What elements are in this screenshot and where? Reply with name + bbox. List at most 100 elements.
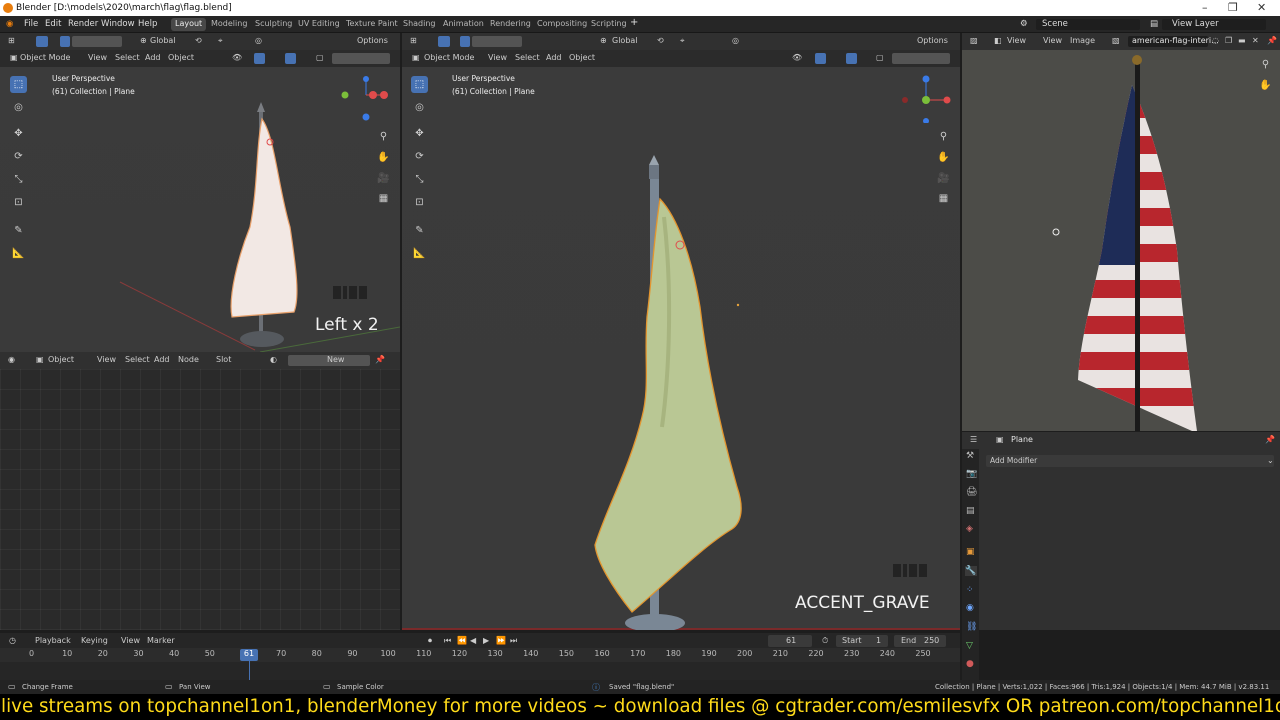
mode-dropdown[interactable]: Object Mode: [20, 53, 70, 62]
data-tab-icon[interactable]: ▽: [966, 641, 973, 651]
xray-icon[interactable]: ▢: [316, 53, 324, 62]
menu-help[interactable]: Help: [138, 19, 157, 29]
pivot-icon[interactable]: ⟲: [195, 36, 202, 45]
shading-buttons[interactable]: [332, 53, 390, 64]
main-menu-add[interactable]: Add: [546, 53, 562, 62]
timeline[interactable]: ◷ Playback Keying View Marker ⏺ ⏮ ⏪ ◀ ▶ …: [0, 633, 960, 680]
duplicate-icon[interactable]: ❐: [1225, 36, 1232, 45]
orientation-dropdown[interactable]: Global: [150, 36, 176, 45]
image-pan-icon[interactable]: ✋: [1257, 77, 1274, 94]
main-orientation-dropdown[interactable]: Global: [612, 36, 638, 45]
tab-modeling[interactable]: Modeling: [207, 18, 251, 31]
tab-scripting[interactable]: Scripting: [587, 18, 631, 31]
shader-editor-type-icon[interactable]: ◉: [8, 355, 15, 364]
pin-icon[interactable]: 📌: [375, 355, 385, 364]
annotate-tool[interactable]: ✎: [10, 222, 27, 239]
main-xray-icon[interactable]: ▢: [876, 53, 884, 62]
view-mode-icon[interactable]: ◧: [994, 36, 1002, 45]
tab-rendering[interactable]: Rendering: [486, 18, 535, 31]
next-keyframe-icon[interactable]: ⏩: [496, 636, 506, 645]
measure-tool[interactable]: 📐: [10, 245, 27, 262]
scene-tab-icon[interactable]: ◈: [966, 524, 973, 534]
timeline-editor-type-icon[interactable]: ◷: [9, 636, 16, 645]
pan-icon[interactable]: ✋: [375, 149, 392, 166]
options-dropdown[interactable]: Options: [357, 36, 388, 45]
main-proportional-icon[interactable]: ◎: [732, 36, 739, 45]
jump-start-icon[interactable]: ⏮: [444, 636, 451, 646]
left-viewport[interactable]: ⬚ ◎ ✥ ⟳ ⤡ ⊡ ✎ 📐 User Perspective (61) Co…: [0, 67, 400, 352]
constraints-tab-icon[interactable]: ⛓: [966, 622, 977, 632]
navigation-gizmo[interactable]: [340, 73, 390, 123]
main-annotate-tool[interactable]: ✎: [411, 222, 428, 239]
reference-image-area[interactable]: ⚲ ✋: [962, 50, 1280, 431]
main-rotate-tool[interactable]: ⟳: [411, 148, 428, 165]
overlay-toggle[interactable]: [285, 53, 296, 64]
shader-menu-add[interactable]: Add: [154, 355, 170, 364]
output-tab-icon[interactable]: 🖨: [966, 487, 977, 497]
main-visibility-icon[interactable]: 👁: [792, 53, 802, 62]
shader-menu-view[interactable]: View: [97, 355, 116, 364]
main-measure-tool[interactable]: 📐: [411, 245, 428, 262]
select-mode-new-button[interactable]: [60, 36, 70, 47]
main-cursor-tool[interactable]: ◎: [411, 99, 428, 116]
render-tab-icon[interactable]: 📷: [966, 469, 977, 479]
object-tab-icon[interactable]: ▣: [966, 547, 975, 557]
select-box-tool[interactable]: ⬚: [10, 76, 27, 93]
play-reverse-icon[interactable]: ◀: [470, 636, 476, 645]
record-icon[interactable]: ⏺: [428, 636, 432, 646]
menu-file[interactable]: File: [24, 19, 38, 29]
tab-layout[interactable]: Layout: [171, 18, 207, 31]
transform-tool[interactable]: ⊡: [10, 194, 27, 211]
close-icon[interactable]: ✕: [1257, 1, 1266, 14]
editor-type-icon[interactable]: ⊞: [8, 36, 15, 45]
left-menu-add[interactable]: Add: [145, 53, 161, 62]
main-pan-icon[interactable]: ✋: [935, 149, 952, 166]
tab-uv-editing[interactable]: UV Editing: [294, 18, 344, 31]
main-shading-buttons[interactable]: [892, 53, 950, 64]
zoom-icon[interactable]: ⚲: [375, 128, 392, 145]
image-menu-view-1[interactable]: View: [1007, 36, 1026, 45]
blender-menu-icon[interactable]: ◉: [6, 19, 13, 29]
tab-sculpting[interactable]: Sculpting: [251, 18, 296, 31]
main-move-tool[interactable]: ✥: [411, 125, 428, 142]
main-select-mode-new[interactable]: [460, 36, 470, 47]
main-select-mode-buttons[interactable]: [472, 36, 522, 47]
left-menu-select[interactable]: Select: [115, 53, 140, 62]
add-workspace-icon[interactable]: +: [630, 17, 638, 28]
main-transform-tool[interactable]: ⊡: [411, 194, 428, 211]
rotate-tool[interactable]: ⟳: [10, 148, 27, 165]
minimize-icon[interactable]: –: [1202, 1, 1208, 14]
image-menu-view-2[interactable]: View: [1043, 36, 1062, 45]
image-zoom-icon[interactable]: ⚲: [1257, 56, 1274, 73]
main-viewport[interactable]: ⬚ ◎ ✥ ⟳ ⤡ ⊡ ✎ 📐 User Perspective (61) Co…: [402, 67, 960, 630]
stopwatch-icon[interactable]: ⏱: [822, 636, 828, 646]
image-menu-image[interactable]: Image: [1070, 36, 1095, 45]
view-layer-tab-icon[interactable]: ▤: [966, 506, 975, 516]
shader-object-dropdown[interactable]: Object: [48, 355, 74, 364]
move-tool[interactable]: ✥: [10, 125, 27, 142]
main-gizmo-toggle[interactable]: [815, 53, 826, 64]
prev-keyframe-icon[interactable]: ⏪: [457, 636, 467, 645]
select-tool-button[interactable]: [36, 36, 48, 47]
main-camera-icon[interactable]: 🎥: [935, 170, 952, 187]
main-overlay-toggle[interactable]: [846, 53, 857, 64]
main-select-tool-button[interactable]: [438, 36, 450, 47]
fake-user-icon[interactable]: ◌: [1212, 36, 1219, 45]
timeline-menu-playback[interactable]: Playback: [35, 636, 71, 645]
main-scale-tool[interactable]: ⤡: [411, 171, 428, 188]
main-options-dropdown[interactable]: Options: [917, 36, 948, 45]
left-menu-object[interactable]: Object: [168, 53, 194, 62]
image-browse-icon[interactable]: ▧: [1112, 36, 1120, 45]
camera-icon[interactable]: 🎥: [375, 170, 392, 187]
unlink-image-icon[interactable]: ✕: [1252, 36, 1259, 45]
main-editor-type-icon[interactable]: ⊞: [410, 36, 417, 45]
material-icon[interactable]: ◐: [270, 355, 277, 364]
main-menu-view[interactable]: View: [488, 53, 507, 62]
main-menu-object[interactable]: Object: [569, 53, 595, 62]
menu-edit[interactable]: Edit: [45, 19, 61, 29]
tab-texture-paint[interactable]: Texture Paint: [342, 18, 402, 31]
shader-menu-select[interactable]: Select: [125, 355, 150, 364]
tab-animation[interactable]: Animation: [439, 18, 488, 31]
menu-window[interactable]: Window: [101, 19, 135, 29]
snap-icon[interactable]: ⌖: [218, 36, 223, 46]
